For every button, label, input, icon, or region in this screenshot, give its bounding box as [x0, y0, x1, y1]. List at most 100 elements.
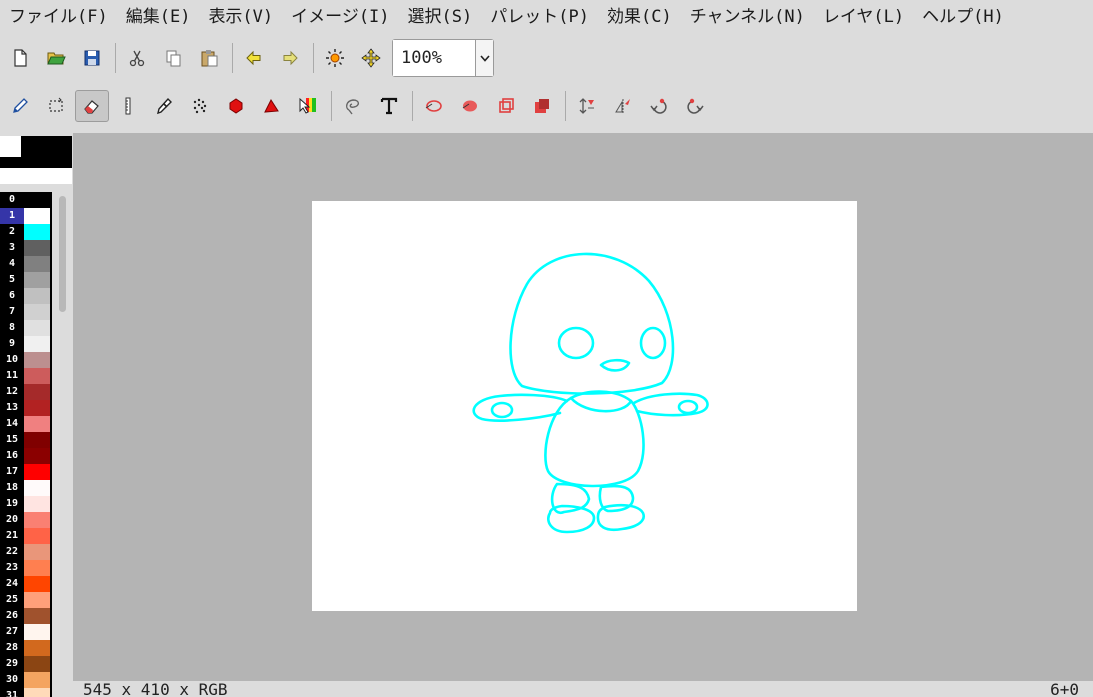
open-folder-icon[interactable]	[39, 42, 73, 74]
palette-color-swatch[interactable]	[24, 512, 50, 528]
palette-color-swatch[interactable]	[24, 624, 50, 640]
background-color[interactable]	[0, 136, 72, 168]
palette-entry[interactable]: 25	[0, 592, 52, 608]
menu-palette[interactable]: パレット(P)	[481, 0, 598, 34]
lasso-icon[interactable]	[336, 90, 370, 122]
palette-entry[interactable]: 5	[0, 272, 52, 288]
palette-entry[interactable]: 16	[0, 448, 52, 464]
zoom-combo[interactable]	[392, 39, 494, 77]
palette-color-swatch[interactable]	[24, 592, 50, 608]
palette-color-swatch[interactable]	[24, 528, 50, 544]
palette-color-swatch[interactable]	[24, 688, 50, 697]
palette-color-swatch[interactable]	[24, 496, 50, 512]
palette-color-swatch[interactable]	[24, 224, 50, 240]
palette-entry[interactable]: 15	[0, 432, 52, 448]
rectangle-icon[interactable]	[489, 90, 523, 122]
palette-color-swatch[interactable]	[24, 320, 50, 336]
palette-entry[interactable]: 13	[0, 400, 52, 416]
menu-channel[interactable]: チャンネル(N)	[681, 0, 814, 34]
palette-color-swatch[interactable]	[24, 416, 50, 432]
palette-color-swatch[interactable]	[24, 480, 50, 496]
palette-entry[interactable]: 17	[0, 464, 52, 480]
palette-scroll-thumb[interactable]	[59, 196, 66, 312]
palette-entry[interactable]: 22	[0, 544, 52, 560]
save-icon[interactable]	[75, 42, 109, 74]
menu-view[interactable]: 表示(V)	[199, 0, 282, 34]
ellipse-icon[interactable]	[417, 90, 451, 122]
palette-color-swatch[interactable]	[24, 656, 50, 672]
palette-color-swatch[interactable]	[24, 192, 50, 208]
palette-color-swatch[interactable]	[24, 368, 50, 384]
cut-icon[interactable]	[120, 42, 154, 74]
gradient-select-icon[interactable]	[291, 90, 325, 122]
eraser-icon[interactable]	[75, 90, 109, 122]
palette-color-swatch[interactable]	[24, 208, 50, 224]
pencil-icon[interactable]	[3, 90, 37, 122]
palette-color-swatch[interactable]	[24, 304, 50, 320]
palette-entry[interactable]: 14	[0, 416, 52, 432]
palette-entry[interactable]: 11	[0, 368, 52, 384]
copy-icon[interactable]	[156, 42, 190, 74]
palette-color-swatch[interactable]	[24, 640, 50, 656]
flip-horizontal-icon[interactable]	[606, 90, 640, 122]
menu-effects[interactable]: 効果(C)	[598, 0, 681, 34]
palette-color-swatch[interactable]	[24, 352, 50, 368]
palette-color-swatch[interactable]	[24, 288, 50, 304]
palette-entry[interactable]: 18	[0, 480, 52, 496]
palette-color-swatch[interactable]	[24, 576, 50, 592]
brightness-icon[interactable]	[318, 42, 352, 74]
palette-color-swatch[interactable]	[24, 432, 50, 448]
palette-entry[interactable]: 9	[0, 336, 52, 352]
palette-entry[interactable]: 4	[0, 256, 52, 272]
palette-entry[interactable]: 23	[0, 560, 52, 576]
palette-color-swatch[interactable]	[24, 384, 50, 400]
palette-color-swatch[interactable]	[24, 400, 50, 416]
palette-entry[interactable]: 20	[0, 512, 52, 528]
palette-scrollbar[interactable]	[56, 192, 69, 697]
palette-color-swatch[interactable]	[24, 336, 50, 352]
filled-rectangle-icon[interactable]	[525, 90, 559, 122]
palette-color-swatch[interactable]	[24, 448, 50, 464]
pen-icon[interactable]	[147, 90, 181, 122]
palette-entry[interactable]: 26	[0, 608, 52, 624]
palette-entry[interactable]: 8	[0, 320, 52, 336]
palette-color-swatch[interactable]	[24, 544, 50, 560]
menu-edit[interactable]: 編集(E)	[117, 0, 200, 34]
rotate-right-icon[interactable]	[678, 90, 712, 122]
filled-ellipse-icon[interactable]	[453, 90, 487, 122]
palette-entry[interactable]: 10	[0, 352, 52, 368]
rotate-left-icon[interactable]	[642, 90, 676, 122]
palette-color-swatch[interactable]	[24, 240, 50, 256]
zoom-dropdown-button[interactable]	[475, 40, 493, 76]
menu-layer[interactable]: レイヤ(L)	[814, 0, 913, 34]
palette-entry[interactable]: 19	[0, 496, 52, 512]
palette-entry[interactable]: 12	[0, 384, 52, 400]
palette-entry[interactable]: 21	[0, 528, 52, 544]
foreground-color[interactable]	[0, 136, 21, 157]
select-rect-icon[interactable]	[39, 90, 73, 122]
palette-entry[interactable]: 27	[0, 624, 52, 640]
move-cross-icon[interactable]	[354, 42, 388, 74]
spray-icon[interactable]	[183, 90, 217, 122]
palette-entry[interactable]: 0	[0, 192, 52, 208]
fill-icon[interactable]	[219, 90, 253, 122]
palette-entry[interactable]: 6	[0, 288, 52, 304]
redo-arrow-icon[interactable]	[273, 42, 307, 74]
palette-entry[interactable]: 3	[0, 240, 52, 256]
palette-entry[interactable]: 28	[0, 640, 52, 656]
menu-help[interactable]: ヘルプ(H)	[913, 0, 1013, 34]
ruler-icon[interactable]	[111, 90, 145, 122]
menu-image[interactable]: イメージ(I)	[282, 0, 398, 34]
undo-arrow-icon[interactable]	[237, 42, 271, 74]
palette-color-swatch[interactable]	[24, 608, 50, 624]
color-swatch[interactable]	[0, 136, 72, 184]
palette-entry[interactable]: 30	[0, 672, 52, 688]
palette-color-swatch[interactable]	[24, 256, 50, 272]
palette-color-swatch[interactable]	[24, 560, 50, 576]
flip-vertical-icon[interactable]	[570, 90, 604, 122]
menu-select[interactable]: 選択(S)	[399, 0, 482, 34]
zoom-input[interactable]	[393, 40, 475, 76]
menu-file[interactable]: ファイル(F)	[0, 0, 117, 34]
palette-entry[interactable]: 29	[0, 656, 52, 672]
palette-entry[interactable]: 1	[0, 208, 52, 224]
